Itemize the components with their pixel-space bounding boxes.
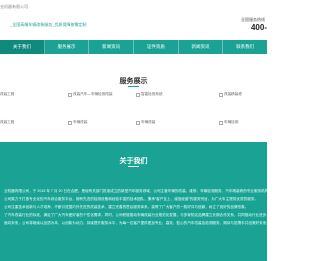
about-text: 业机器有限公司，于 2015 年 7 月 20 日在合肥，是经有关部门批准成立的…: [4, 187, 267, 227]
service-card[interactable]: 改装工程: [0, 120, 52, 134]
image-placeholder-icon: [68, 93, 72, 97]
site-subtitle: 业机器有限公司: [0, 4, 28, 9]
about-title-underline: [128, 166, 139, 167]
service-card[interactable]: 车辆检测: [219, 120, 271, 134]
nav-item-news-2[interactable]: 新闻资讯: [179, 40, 224, 54]
image-placeholder-icon: [68, 121, 72, 125]
nav-item-news[interactable]: 新闻资讯: [89, 40, 135, 54]
service-card[interactable]: 智能检测系统: [136, 92, 188, 106]
about-section: 关于我们 业机器有限公司，于 2015 年 7 月 20 日在合肥，是经有关部门…: [0, 142, 267, 261]
nav-item-contact[interactable]: 联系我们: [223, 40, 267, 54]
service-card-label: 改装工程: [0, 120, 15, 124]
service-card-label: 改装精装修: [224, 92, 242, 96]
service-card[interactable]: 改装工程: [0, 92, 52, 106]
services-title-underline: [128, 86, 139, 87]
site-tagline: _全国高端车辆改装服务_优质保障按需定制: [10, 22, 87, 27]
service-card-label: 改装工程: [0, 92, 15, 96]
service-card[interactable]: 改装精装修: [219, 92, 271, 106]
about-paragraph: 业机器有限公司，于 2015 年 7 月 20 日在合肥，是经有关部门批准成立的…: [4, 189, 267, 193]
service-card[interactable]: 车辆改装: [136, 120, 188, 134]
service-card-label: 车辆改装: [73, 120, 88, 124]
about-paragraph: 公司注重技术创新与人才培养，不断引进国内外先进的改装技术，建立完善的售后服务体系…: [4, 205, 249, 209]
image-placeholder-icon: [219, 121, 223, 125]
about-paragraph: 面向未来，公司将继续以品质为本，以创新为动力，持续提升服务水平，为每一位客户提供…: [4, 221, 267, 225]
about-title: 关于我们: [119, 158, 148, 165]
hotline-number: 400-: [250, 23, 267, 32]
about-paragraph: 了汽车改装行业的标准，满足了广大汽车爱好者的个性化需求，同时，公司积极推动车辆改…: [4, 213, 267, 217]
nav-item-about[interactable]: 关于我们: [0, 40, 45, 54]
services-title: 服务展示: [119, 78, 148, 85]
service-card-label: 车辆检测: [224, 120, 239, 124]
main-nav: 关于我们 服务展示 新闻资讯 证件资质 新闻资讯 联系我们: [0, 40, 267, 54]
nav-item-certificates[interactable]: 证件资质: [134, 40, 179, 54]
about-paragraph: 公司致力于打造专业化的汽车综合服务平台，拥有先进的检测设备和经验丰富的技术团队，…: [4, 197, 258, 201]
service-card-label: 车辆改装: [141, 120, 156, 124]
service-card[interactable]: 改装汽车—车辆检测改装: [68, 92, 120, 106]
service-card-label: 改装汽车—车辆检测改装: [73, 92, 113, 96]
service-card[interactable]: 车辆改装: [68, 120, 120, 134]
image-placeholder-icon: [136, 121, 140, 125]
image-placeholder-icon: [219, 93, 223, 97]
header: 业机器有限公司 _全国高端车辆改装服务_优质保障按需定制 全国服务热线 400-: [0, 0, 267, 40]
image-placeholder-icon: [136, 93, 140, 97]
service-card-label: 智能检测系统: [141, 92, 163, 96]
nav-item-services[interactable]: 服务展示: [45, 40, 90, 54]
